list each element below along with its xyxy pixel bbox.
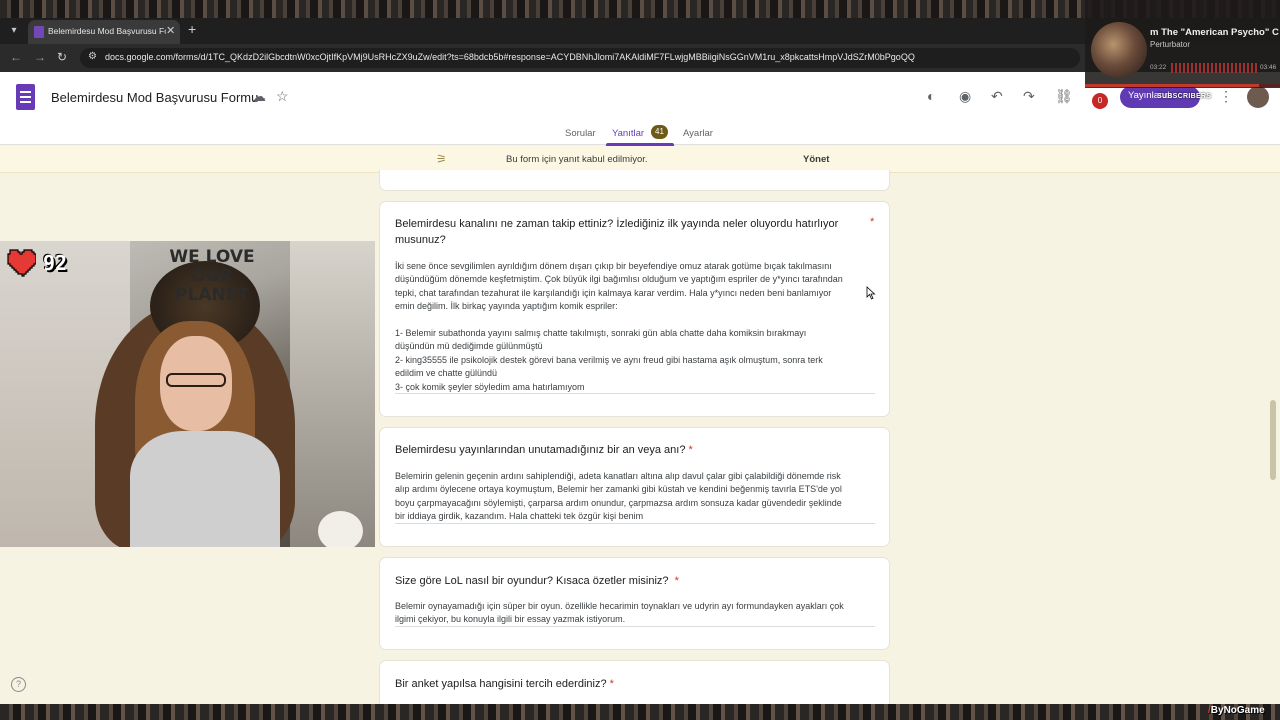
browser-tab-title: Belemirdesu Mod Başvurusu Fo xyxy=(48,26,166,36)
question-card: Belemirdesu yayınlarından unutamadığınız… xyxy=(379,427,890,547)
previous-question-card xyxy=(379,170,890,191)
track-progress-fill xyxy=(1085,84,1259,87)
answer-underline xyxy=(395,393,875,394)
subscribers-label: SUBSCRIBERS xyxy=(1157,93,1212,100)
tab-questions[interactable]: Sorular xyxy=(565,128,596,139)
new-tab-plus-icon[interactable]: + xyxy=(188,21,196,37)
star-icon[interactable]: ☆ xyxy=(276,88,289,105)
hp-value: 92 xyxy=(43,251,68,275)
webcam-overlay: WE LOVE OUR PLANET xyxy=(0,241,375,547)
track-title: m The "American Psycho" C xyxy=(1150,27,1279,38)
tab-settings[interactable]: Ayarlar xyxy=(683,128,713,139)
account-avatar[interactable] xyxy=(1247,86,1269,108)
question-card: Bir anket yapılsa hangisini tercih ederd… xyxy=(379,660,890,704)
required-asterisk: * xyxy=(870,216,875,228)
responses-off-icon: ⚞ xyxy=(436,152,447,166)
forward-arrow-icon[interactable]: → xyxy=(34,50,46,64)
stream-frame-bottom xyxy=(0,704,1280,720)
google-forms-logo-icon[interactable] xyxy=(16,84,35,110)
responses-count-badge: 41 xyxy=(651,125,668,139)
forms-favicon-icon xyxy=(34,26,44,38)
notification-badge[interactable]: 0 xyxy=(1092,93,1108,109)
answer-text: Belemirin gelenin geçenin ardını sahiple… xyxy=(395,471,842,522)
reload-icon[interactable]: ↻ xyxy=(57,50,67,64)
close-tab-icon[interactable]: ✕ xyxy=(166,24,175,37)
cam-shirt xyxy=(130,431,280,547)
palette-icon[interactable]: ◐ xyxy=(927,88,935,104)
required-asterisk: * xyxy=(609,678,614,690)
url-text: docs.google.com/forms/d/1TC_QKdzD2ilGbcd… xyxy=(105,52,915,62)
tab-responses[interactable]: Yanıtlar xyxy=(612,128,644,139)
tab-list-chevron-icon[interactable]: ▾ xyxy=(6,23,22,39)
track-artist: Perturbator xyxy=(1150,40,1191,49)
redo-icon[interactable]: ↷ xyxy=(1023,88,1035,105)
page-scrollbar[interactable] xyxy=(1270,400,1276,480)
more-vert-icon[interactable]: ⋮ xyxy=(1219,88,1233,105)
question-card: Belemirdesu kanalını ne zaman takip etti… xyxy=(379,201,890,417)
question-card: Size göre LoL nasıl bir oyundur? Kısaca … xyxy=(379,557,890,650)
link-icon[interactable]: ⛓ xyxy=(1055,88,1073,105)
move-to-drive-icon[interactable]: ☁ xyxy=(252,88,266,105)
track-elapsed: 03:22 xyxy=(1150,64,1167,71)
manage-button[interactable]: Yönet xyxy=(803,154,829,165)
question-title: Size göre LoL nasıl bir oyundur? Kısaca … xyxy=(395,575,679,587)
undo-icon[interactable]: ↶ xyxy=(991,88,1003,105)
banner-text: Bu form için yanıt kabul edilmiyor. xyxy=(506,154,648,165)
preview-eye-icon[interactable]: ◉ xyxy=(959,88,971,105)
form-title[interactable]: Belemirdesu Mod Başvurusu Formu xyxy=(51,90,258,105)
cam-flower xyxy=(318,511,363,547)
question-title: Belemirdesu kanalını ne zaman takip etti… xyxy=(395,218,839,246)
answer-text: İki sene önce sevgilimlen ayrıldığım dön… xyxy=(395,261,843,392)
question-title: Belemirdesu yayınlarından unutamadığınız… xyxy=(395,444,693,456)
address-bar[interactable]: ⚙ docs.google.com/forms/d/1TC_QKdzD2ilGb… xyxy=(80,48,1080,68)
answer-text: Belemir oynayamadığı için süper bir oyun… xyxy=(395,601,844,625)
shirt-slogan: WE LOVE OUR PLANET xyxy=(169,247,255,305)
site-settings-icon[interactable]: ⚙ xyxy=(88,51,97,62)
cam-glasses xyxy=(166,373,226,387)
question-title: Bir anket yapılsa hangisini tercih ederd… xyxy=(395,678,614,690)
cam-background-right xyxy=(290,241,375,547)
album-art xyxy=(1091,22,1147,78)
required-asterisk: * xyxy=(688,444,693,456)
watermark-text: ByNoGame xyxy=(1210,705,1265,716)
track-total: 03:46 xyxy=(1260,64,1277,71)
answer-underline xyxy=(395,626,875,627)
answer-underline xyxy=(395,523,875,524)
heart-hp-icon xyxy=(7,249,36,277)
mouse-cursor-icon xyxy=(866,286,876,300)
help-icon[interactable]: ? xyxy=(11,677,26,692)
watermark: /ByNoGame xyxy=(1208,705,1265,716)
back-arrow-icon[interactable]: ← xyxy=(10,50,22,64)
required-asterisk: * xyxy=(674,575,679,587)
now-playing-widget: m The "American Psycho" C Perturbator 03… xyxy=(1085,0,1280,88)
track-progress-bar xyxy=(1085,84,1280,87)
browser-tab-active[interactable]: Belemirdesu Mod Başvurusu Fo ✕ xyxy=(28,20,180,44)
waveform xyxy=(1171,63,1257,73)
not-accepting-responses-banner: ⚞ Bu form için yanıt kabul edilmiyor. Yö… xyxy=(0,146,1280,173)
